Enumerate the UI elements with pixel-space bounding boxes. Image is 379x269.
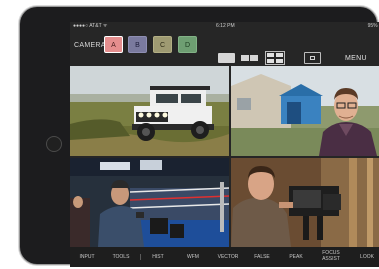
focus-assist-button[interactable]: FOCUS ASSIST (319, 250, 343, 262)
home-button[interactable] (46, 136, 62, 152)
quad-pane-icon (276, 53, 283, 57)
ipad-frame: ●●●●○ AT&T ᯤ 6:12 PM 95% ▬ CAMERA A B C … (20, 7, 379, 267)
presenter-image (231, 66, 379, 156)
dual-view-pane-icon (250, 55, 258, 61)
dual-view-icon[interactable] (241, 55, 258, 61)
camera-b-button[interactable]: B (128, 36, 147, 53)
boxing-ring-image (70, 158, 229, 247)
top-toolbar: CAMERA A B C D MENU (70, 31, 379, 66)
status-bar: ●●●●○ AT&T ᯤ 6:12 PM 95% ▬ (70, 22, 379, 31)
tools-button[interactable]: TOOLS (108, 251, 134, 263)
camera-c-button[interactable]: C (153, 36, 172, 53)
camera-a-button[interactable]: A (104, 36, 123, 53)
app-screen: ●●●●○ AT&T ᯤ 6:12 PM 95% ▬ CAMERA A B C … (70, 22, 379, 267)
status-time: 6:12 PM (216, 23, 235, 29)
quad-view-icon[interactable] (265, 51, 285, 65)
multiview-grid (70, 66, 379, 247)
false-color-button[interactable]: FALSE (251, 251, 273, 263)
camera-operator-image (231, 158, 379, 247)
hist-button[interactable]: HIST (148, 251, 168, 263)
peak-button[interactable]: PEAK (286, 251, 306, 263)
menu-button[interactable]: MENU (345, 55, 367, 62)
dual-view-pane-icon (241, 55, 249, 61)
camera-label: CAMERA (74, 42, 106, 49)
record-inner-icon (310, 56, 315, 60)
quad-pane-icon (267, 53, 274, 57)
toolbar-divider (140, 254, 141, 260)
battery-indicator: 95% ▬ (367, 23, 379, 29)
input-button[interactable]: INPUT (75, 251, 99, 263)
bottom-toolbar: INPUT TOOLS HIST WFM VECTOR FALSE PEAK F… (70, 247, 379, 267)
single-view-icon[interactable] (218, 53, 235, 63)
quad-pane-icon (267, 59, 274, 63)
quad-pane-icon (276, 59, 283, 63)
camera-feed-d[interactable] (231, 158, 379, 247)
camera-d-button[interactable]: D (178, 36, 197, 53)
wfm-button[interactable]: WFM (182, 251, 204, 263)
camera-feed-c[interactable] (70, 158, 229, 247)
offroad-truck-image (70, 66, 229, 156)
camera-feed-a[interactable] (70, 66, 229, 156)
vector-button[interactable]: VECTOR (213, 251, 243, 263)
camera-feed-b[interactable] (231, 66, 379, 156)
look-button[interactable]: LOOK (357, 251, 377, 263)
record-icon[interactable] (304, 52, 321, 64)
carrier-signal: ●●●●○ AT&T ᯤ (73, 23, 108, 29)
